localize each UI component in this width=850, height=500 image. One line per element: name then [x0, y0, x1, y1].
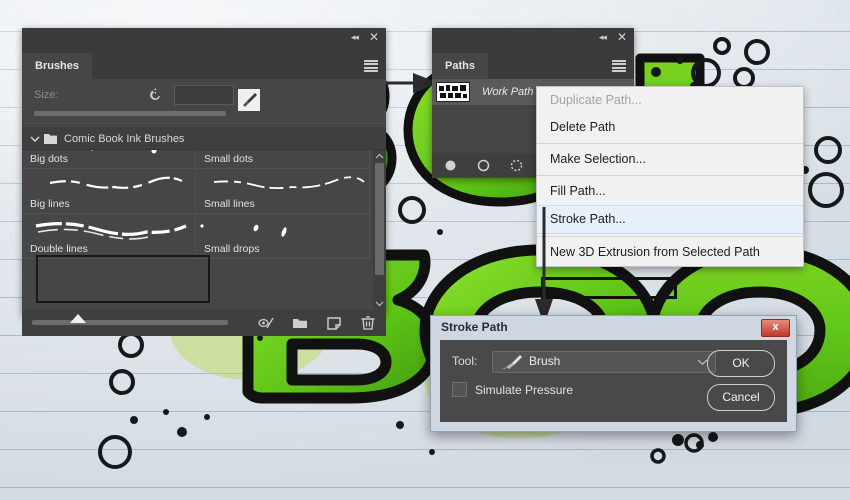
panel-menu-icon[interactable] [612, 60, 626, 72]
chevron-down-icon[interactable] [375, 299, 384, 308]
simulate-pressure-checkbox[interactable] [452, 382, 467, 397]
new-brush-group-icon[interactable] [292, 315, 308, 331]
brush-item-big-lines[interactable]: Big lines [22, 169, 196, 214]
brush-item-double-lines[interactable]: Double lines [22, 214, 196, 259]
brush-item-label: Small dots [204, 153, 254, 165]
brush-row: Big dots Small dots [22, 150, 370, 169]
brush-item-small-drops[interactable]: Small drops [196, 214, 370, 259]
brush-icon [502, 355, 522, 370]
menu-item-make-selection[interactable]: Make Selection... [537, 146, 803, 173]
dialog-body: Tool: Brush Simulate Pressure OK Cancel [440, 340, 787, 422]
double-chevron-left-icon[interactable]: ◂◂ [599, 33, 607, 42]
brush-item-label: Small drops [204, 243, 260, 255]
brush-item-label: Big lines [30, 198, 70, 210]
brush-preview-icon[interactable] [238, 89, 260, 111]
toggle-brush-preview-icon[interactable] [258, 315, 274, 331]
brush-item-label: Double lines [30, 243, 88, 255]
brush-item-small-dots[interactable]: Small dots [196, 150, 370, 169]
brush-group-label: Comic Book Ink Brushes [64, 132, 185, 145]
menu-separator [537, 175, 803, 176]
close-icon[interactable]: ✕ [369, 31, 379, 43]
simulate-pressure-row[interactable]: Simulate Pressure [452, 382, 573, 397]
brush-item-big-dots[interactable]: Big dots [22, 150, 196, 169]
brush-size-handle[interactable] [70, 314, 86, 323]
paths-panel-titlebar[interactable]: ◂◂ ✕ [432, 28, 634, 53]
close-icon[interactable]: x [761, 319, 790, 337]
brushes-window-buttons: ◂◂ ✕ [351, 31, 379, 43]
fill-path-icon[interactable] [444, 159, 457, 172]
tool-select-value: Brush [529, 354, 561, 368]
path-context-menu[interactable]: Duplicate Path... Delete Path Make Selec… [536, 86, 804, 299]
panel-menu-icon[interactable] [364, 60, 378, 72]
brush-size-slider[interactable] [34, 111, 226, 116]
brush-item-label: Small lines [204, 198, 255, 210]
brush-size-row: Size: [22, 79, 386, 128]
cancel-button[interactable]: Cancel [707, 384, 775, 411]
brush-stroke-preview [49, 176, 183, 189]
brush-list-hscroll[interactable] [32, 320, 228, 325]
menu-separator [537, 236, 803, 237]
tool-select[interactable]: Brush [492, 351, 716, 373]
brush-size-label: Size: [34, 89, 59, 101]
brushes-panel-titlebar[interactable]: ◂◂ ✕ [22, 28, 386, 53]
screenshot-stage: ◂◂ ✕ Brushes Size: Comic Book Ink Brushe… [0, 0, 850, 500]
dialog-titlebar[interactable]: Stroke Path x [431, 316, 796, 338]
brush-list[interactable]: Big dots Small dots Big lines Small line… [22, 150, 386, 310]
brush-list-scrollbar[interactable] [373, 150, 386, 310]
brushes-footer-icons [258, 315, 376, 331]
paths-tab-row[interactable]: Paths [432, 53, 634, 79]
brushes-tab-row[interactable]: Brushes [22, 53, 386, 79]
close-icon[interactable]: ✕ [617, 31, 627, 43]
tool-label: Tool: [452, 354, 478, 368]
scrollbar-thumb[interactable] [375, 163, 384, 275]
path-name-label: Work Path [482, 86, 534, 98]
selected-brush-outline [36, 255, 210, 303]
stroke-path-dialog[interactable]: Stroke Path x Tool: Brush Simulate Press… [430, 315, 797, 432]
brush-row: Big lines Small lines [22, 169, 370, 214]
brush-row: Double lines Small drops [22, 214, 370, 259]
brush-size-input[interactable] [174, 85, 234, 105]
path-thumbnail [436, 82, 470, 102]
menu-item-new-3d-extrusion[interactable]: New 3D Extrusion from Selected Path [537, 239, 803, 266]
dialog-title: Stroke Path [441, 320, 508, 334]
menu-item-fill-path[interactable]: Fill Path... [537, 178, 803, 205]
brush-item-small-lines[interactable]: Small lines [196, 169, 370, 214]
brush-group-header[interactable]: Comic Book Ink Brushes [22, 128, 386, 150]
ok-button[interactable]: OK [707, 350, 775, 377]
double-chevron-left-icon[interactable]: ◂◂ [351, 33, 359, 42]
chevron-down-icon[interactable] [30, 134, 40, 144]
menu-item-delete-path[interactable]: Delete Path [537, 114, 803, 141]
reset-arrow-icon[interactable] [148, 87, 164, 103]
brushes-panel-footer [22, 310, 386, 336]
brush-stroke-preview [35, 222, 187, 240]
chevron-up-icon[interactable] [375, 152, 384, 161]
tab-paths[interactable]: Paths [432, 53, 488, 79]
brush-grid: Big dots Small dots Big lines Small line… [22, 150, 370, 259]
simulate-pressure-label: Simulate Pressure [475, 382, 574, 397]
folder-icon [44, 134, 57, 144]
load-path-as-selection-icon[interactable] [510, 159, 523, 172]
paths-window-buttons: ◂◂ ✕ [599, 31, 627, 43]
stroke-path-icon[interactable] [477, 159, 490, 172]
brush-item-label: Big dots [30, 153, 68, 165]
menu-item-stroke-path[interactable]: Stroke Path... [537, 205, 803, 234]
menu-separator [537, 143, 803, 144]
brush-stroke-preview [213, 176, 365, 190]
brush-stroke-preview [200, 224, 287, 237]
new-brush-icon[interactable] [326, 315, 342, 331]
menu-item-duplicate-path: Duplicate Path... [550, 93, 642, 107]
tab-brushes[interactable]: Brushes [22, 53, 93, 79]
brushes-panel[interactable]: ◂◂ ✕ Brushes Size: Comic Book Ink Brushe… [22, 28, 386, 336]
delete-brush-icon[interactable] [360, 315, 376, 331]
